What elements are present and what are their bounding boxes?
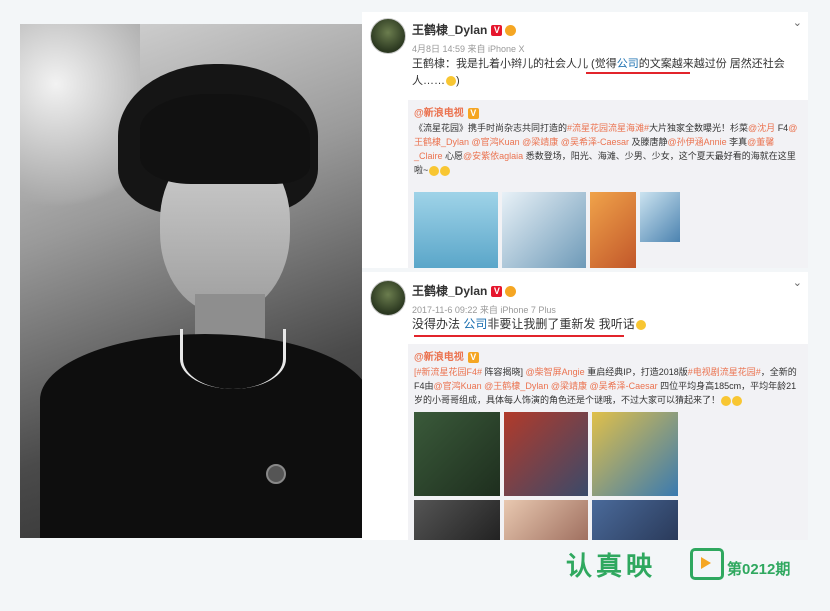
username[interactable]: 王鹤棣_Dylan V [412, 21, 517, 38]
weibo-post-2: 王鹤棣_Dylan V 2017-11-6 09:22 来自 iPhone 7 P… [362, 272, 808, 540]
image-thumbnail[interactable] [414, 192, 498, 268]
repost-body: 《流星花园》携手时尚杂志共同打造的#流星花园流星海滩#大片独家全数曝光！杉菜@沈… [414, 123, 798, 176]
image-thumbnail[interactable] [592, 500, 678, 540]
emoji-icon [446, 76, 456, 87]
brand-logo-text: 认真映 [566, 551, 657, 581]
highlighted-word: 公司 [616, 58, 639, 70]
username[interactable]: 王鹤棣_Dylan V [412, 282, 517, 299]
avatar[interactable] [370, 280, 406, 316]
verified-icon: V [491, 286, 503, 298]
red-underline [586, 72, 690, 74]
verified-icon: V [467, 351, 479, 363]
emoji-icon [732, 395, 743, 406]
verified-icon: V [491, 25, 503, 37]
issue-number: 第0212期 [727, 561, 791, 578]
portrait-photo [20, 24, 362, 538]
photo-collar [180, 329, 286, 389]
hashtag-link[interactable]: #流星花园流星海滩# [567, 123, 649, 133]
image-thumbnail[interactable] [502, 192, 586, 268]
post-text: 没得办法 公司非要让我删了重新发 我听话 [412, 316, 794, 333]
image-thumbnail[interactable] [414, 500, 500, 540]
hashtag-link[interactable]: #电视剧流星花园# [688, 367, 761, 377]
repost-author[interactable]: @新浪电视 V [408, 344, 808, 363]
highlighted-word: 公司 [463, 317, 488, 331]
image-thumbnail[interactable] [590, 192, 636, 268]
repost-author[interactable]: @新浪电视 V [408, 100, 808, 119]
vip-icon [505, 286, 517, 298]
emoji-icon [721, 395, 732, 406]
photo-jacket-button [266, 464, 286, 484]
repost-body: [#新流星花园F4# 阵容揭晓] @柴智屏Angie 重启经典IP，打造2018… [414, 367, 797, 406]
image-thumbnail[interactable] [640, 192, 680, 242]
hashtag-link[interactable]: [#新流星花园F4# [414, 367, 482, 377]
post-meta: 2017-11-6 09:22 来自 iPhone 7 Plus [412, 305, 556, 315]
image-thumbnail[interactable] [504, 500, 588, 540]
verified-icon: V [467, 107, 479, 119]
play-icon [690, 548, 724, 580]
reposted-content[interactable]: @新浪电视 V [#新流星花园F4# 阵容揭晓] @柴智屏Angie 重启经典IP… [408, 344, 808, 540]
image-thumbnail[interactable] [592, 412, 678, 496]
emoji-icon [635, 319, 646, 330]
image-thumbnail[interactable] [504, 412, 588, 496]
avatar[interactable] [370, 18, 406, 54]
emoji-icon [440, 165, 451, 176]
weibo-post-1: 王鹤棣_Dylan V 4月8日 14:59 来自 iPhone X ⌄ 王鹤棣：… [362, 12, 808, 268]
chevron-down-icon[interactable]: ⌄ [793, 16, 802, 29]
vip-icon [505, 25, 517, 37]
red-underline [414, 335, 624, 337]
photo-fringe [140, 94, 310, 184]
image-thumbnail[interactable] [414, 412, 500, 496]
emoji-icon [429, 165, 440, 176]
username-text[interactable]: 王鹤棣_Dylan [412, 284, 487, 298]
chevron-down-icon[interactable]: ⌄ [793, 276, 802, 289]
post-meta: 4月8日 14:59 来自 iPhone X [412, 44, 525, 54]
reposted-content[interactable]: @新浪电视 V 《流星花园》携手时尚杂志共同打造的#流星花园流星海滩#大片独家全数… [408, 100, 808, 268]
username-text[interactable]: 王鹤棣_Dylan [412, 23, 487, 37]
